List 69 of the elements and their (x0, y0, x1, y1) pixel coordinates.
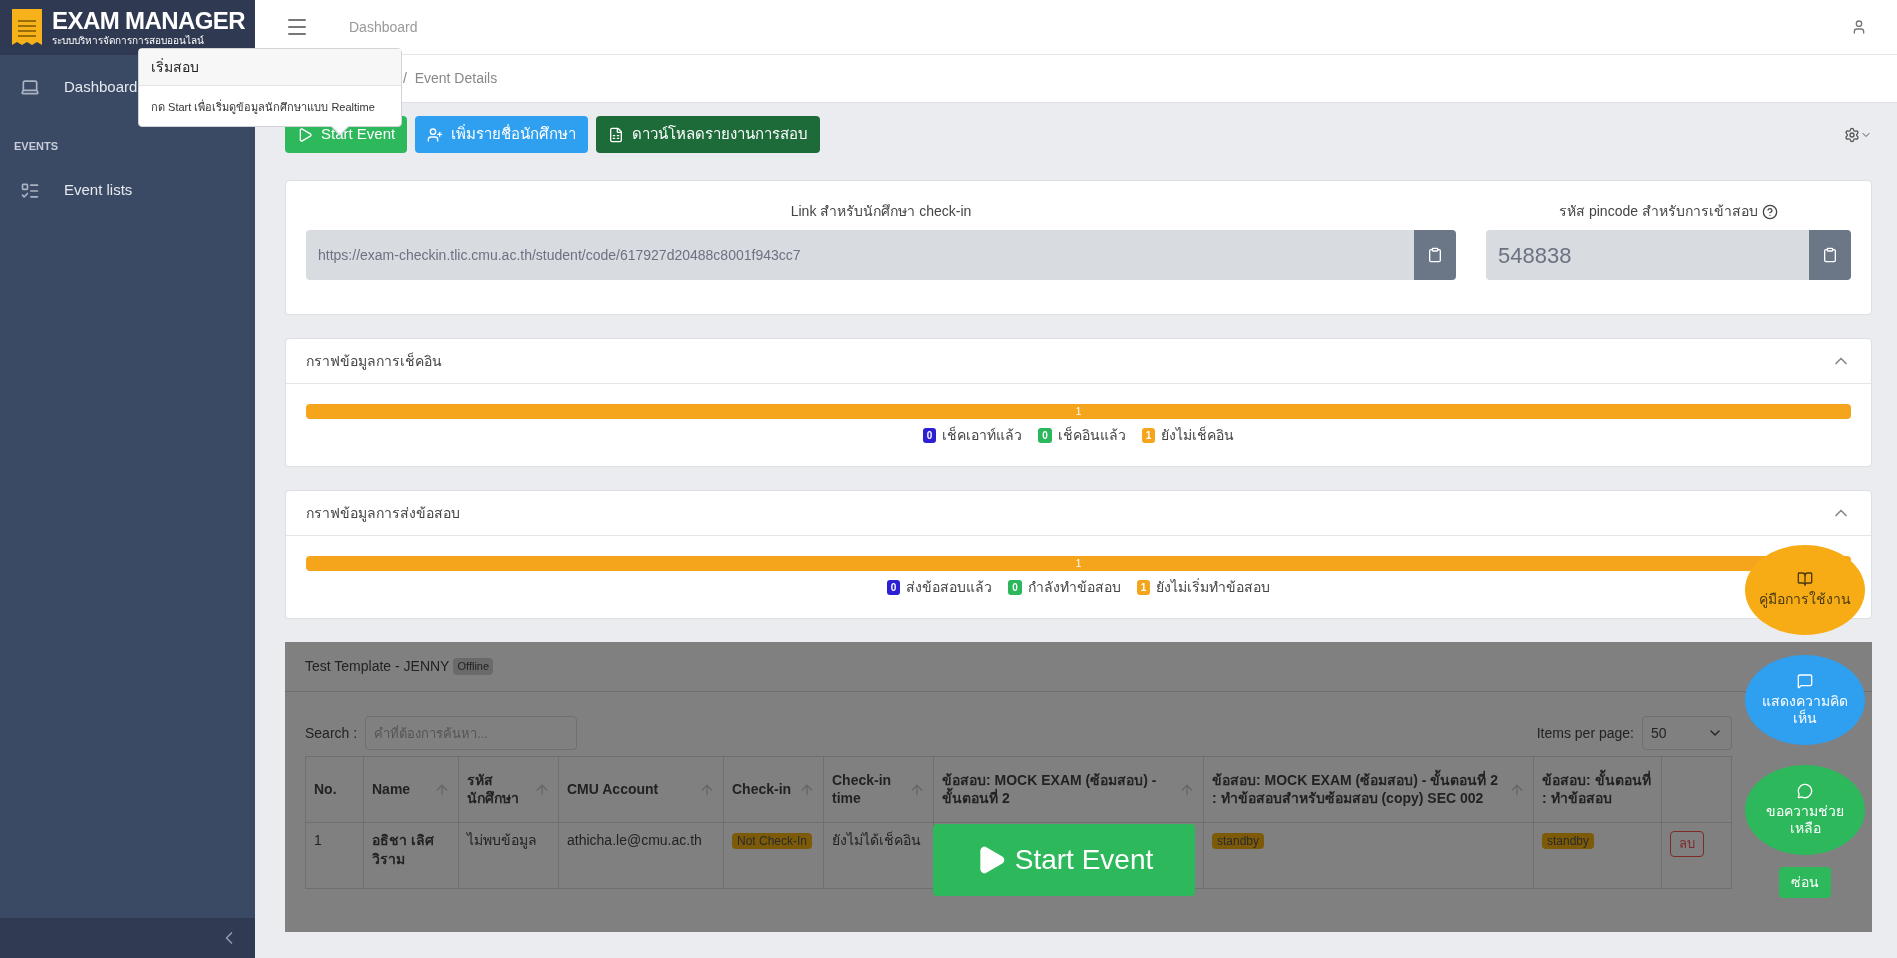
laptop-icon (20, 77, 40, 97)
progress-fill: 1 (306, 404, 1851, 419)
progress-fill: 1 (306, 556, 1851, 571)
popover-text: กด Start เพื่อเริ่มดูข้อมูลนักศึกษาแบบ Realtime (151, 101, 375, 113)
legend-label: กำลังทำข้อสอบ (1027, 578, 1121, 597)
chat-icon (1797, 782, 1813, 799)
event-title: Test Template - JENNY (305, 657, 450, 676)
column-header[interactable]: ข้อสอบ: MOCK EXAM (ซ้อมสอบ) - ขั้นตอนที่ 2 : ทำข้อสอบสำหรับซ้อมสอบ (copy) SEC 002 (1203, 756, 1534, 823)
items-per-page-select[interactable]: 50 (1642, 716, 1732, 750)
app-title: EXAM MANAGER (52, 9, 245, 33)
spreadsheet-icon (608, 126, 625, 143)
items-per-page-label: Items per page: (1536, 723, 1634, 743)
legend-label: ส่งข้อสอบแล้ว (906, 578, 993, 597)
hide-button[interactable]: ซ่อน (1779, 867, 1831, 898)
copy-field[interactable]: 548838 (1486, 230, 1809, 280)
count-badge: 1 (1141, 428, 1156, 443)
help-icon[interactable] (1761, 203, 1778, 220)
section-heading: EVENTS (13, 139, 59, 154)
column-header[interactable]: Name (363, 756, 459, 823)
copy-button[interactable] (1414, 230, 1456, 280)
user-plus-icon (427, 126, 444, 143)
copy-button[interactable] (1809, 230, 1851, 280)
legend-label: เช็คอินแล้ว (1057, 425, 1126, 445)
start-event-button[interactable]: Start Event (933, 824, 1195, 896)
count-badge: 0 (922, 428, 937, 443)
table-cell: ยังไม่ได้เช็คอิน (832, 832, 921, 848)
column-header[interactable]: ข้อสอบ: MOCK EXAM (ซ้อมสอบ) - ขั้นตอนที่ 2 (933, 756, 1204, 823)
count-badge: 0 (1008, 580, 1022, 595)
table-cell: ไม่พบข้อมูล (467, 832, 537, 848)
app-subtitle: ระบบบริหารจัดการการสอบออนไลน์ (52, 36, 206, 46)
table-cell: athicha.le@cmu.ac.th (567, 832, 702, 848)
legend-label: ยังไม่เช็คอิน (1161, 425, 1235, 445)
legend-label: ยังไม่เริ่มทำข้อสอบ (1156, 577, 1271, 597)
clipboard-icon (1822, 247, 1838, 263)
student-name: อธิชา เลิศวิราม (372, 832, 434, 868)
count-badge: 0 (1038, 428, 1052, 443)
table-cell: 1 (314, 832, 322, 848)
gear-icon (1844, 126, 1860, 143)
count-badge: 0 (886, 580, 901, 595)
chat-icon (1797, 672, 1813, 689)
toolbar-button[interactable]: เพิ่มรายชื่อนักศึกษา (415, 116, 589, 153)
column-header[interactable]: ข้อสอบ: ขั้นตอนที่ : ทำข้อสอบ (1533, 756, 1662, 823)
card-title: กราฟข้อมูลการส่งข้อสอบ (306, 503, 460, 524)
sidebar-item[interactable]: Event lists (0, 167, 255, 214)
count-badge: 1 (1136, 580, 1151, 595)
column-header[interactable]: CMU Account (558, 756, 724, 823)
column-header[interactable]: Check-in (723, 756, 824, 823)
toolbar-button[interactable]: ดาวน์โหลดรายงานการสอบ (596, 116, 821, 153)
search-label: Search : (305, 723, 358, 743)
book-icon (1797, 571, 1813, 588)
breadcrumb: / Event Details (403, 69, 498, 88)
popover-title: เริ่มสอบ (151, 59, 199, 75)
status-badge: standby (1542, 833, 1595, 849)
header-title: Dashboard (349, 17, 418, 37)
clipboard-icon (1427, 247, 1443, 263)
status-badge: standby (1212, 833, 1265, 849)
user-icon[interactable] (1851, 19, 1867, 35)
field-label: Link สำหรับนักศึกษา check-in (790, 202, 972, 221)
card-title: กราฟข้อมูลการเช็คอิน (306, 351, 442, 372)
legend-label: เช็คเอาท์แล้ว (942, 425, 1023, 445)
delete-button[interactable]: ลบ (1670, 831, 1704, 857)
status-badge: Offline (453, 658, 494, 675)
status-badge: Not Check-In (732, 833, 813, 849)
column-header[interactable]: รหัส นักศึกษา (458, 756, 559, 823)
settings-dropdown[interactable] (1844, 126, 1872, 143)
column-header[interactable]: No. (305, 756, 364, 823)
copy-field[interactable]: https://exam-checkin.tlic.cmu.ac.th/student/code/617927d20488c8001f943cc7 (306, 230, 1414, 280)
field-label: รหัส pincode สำหรับการเข้าสอบ (1559, 202, 1758, 221)
column-header[interactable]: Check-in time (823, 756, 934, 823)
